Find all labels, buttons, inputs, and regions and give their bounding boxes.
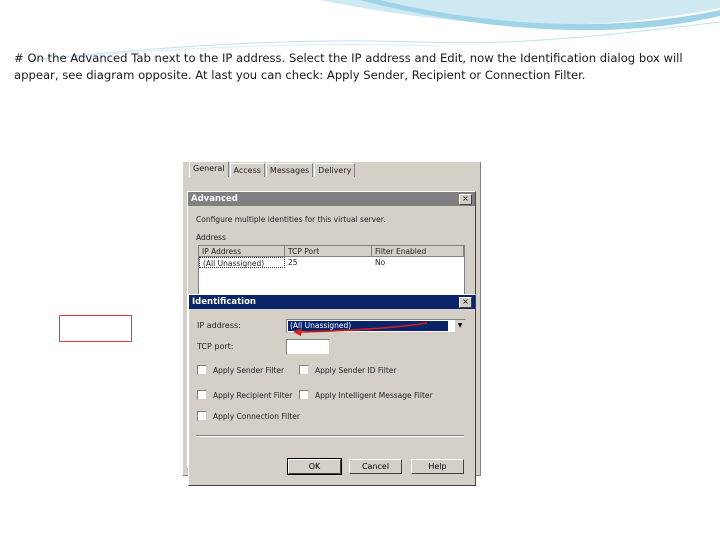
checkbox-box[interactable] [299, 365, 309, 375]
apply-sender-filter-checkbox[interactable]: Apply Sender Filter [197, 365, 284, 375]
identification-dialog: Identification × IP address: (All Unassi… [188, 294, 476, 486]
cancel-button[interactable]: Cancel [349, 459, 402, 474]
row-ip: (All Unassigned) [199, 257, 285, 268]
row-port: 25 [288, 258, 298, 267]
apply-intelligent-message-filter-checkbox[interactable]: Apply Intelligent Message Filter [299, 390, 433, 400]
tab-delivery[interactable]: Delivery [314, 163, 356, 177]
apply-recipient-filter-checkbox[interactable]: Apply Recipient Filter [197, 390, 292, 400]
properties-window: General Access Messages Delivery Advance… [183, 161, 481, 486]
help-button[interactable]: Help [411, 459, 464, 474]
address-list-header: IP Address TCP Port Filter Enabled [199, 246, 464, 257]
tab-messages[interactable]: Messages [265, 163, 314, 177]
advanced-close-button[interactable]: × [459, 194, 472, 205]
red-arrow-icon [293, 322, 428, 336]
column-ip-address[interactable]: IP Address [199, 246, 285, 257]
advanced-title: Advanced [191, 194, 238, 204]
properties-tabs: General Access Messages Delivery [189, 161, 356, 178]
checkbox-box[interactable] [197, 390, 207, 400]
highlight-box [59, 315, 132, 342]
address-group-label: Address [196, 233, 226, 242]
table-row[interactable]: (All Unassigned) 25 No [199, 257, 464, 268]
address-list[interactable]: IP Address TCP Port Filter Enabled (All … [198, 245, 465, 297]
checkbox-box[interactable] [299, 390, 309, 400]
advanced-titlebar: Advanced × [188, 192, 475, 206]
column-tcp-port[interactable]: TCP Port [285, 246, 372, 257]
checkbox-box[interactable] [197, 365, 207, 375]
checkbox-label: Apply Sender Filter [213, 365, 285, 375]
slide-caption: # On the Advanced Tab next to the IP add… [14, 51, 683, 82]
checkbox-label: Apply Intelligent Message Filter [315, 390, 433, 400]
column-filter-enabled[interactable]: Filter Enabled [372, 246, 464, 257]
checkbox-label: Apply Connection Filter [213, 411, 300, 421]
checkbox-box[interactable] [197, 411, 207, 421]
advanced-description: Configure multiple identities for this v… [196, 215, 386, 224]
checkbox-label: Apply Sender ID Filter [315, 365, 397, 375]
ok-button[interactable]: OK [287, 458, 342, 475]
tab-access[interactable]: Access [229, 163, 265, 177]
dialog-screenshot: General Access Messages Delivery Advance… [183, 161, 535, 486]
row-filter: No [375, 258, 386, 267]
apply-connection-filter-checkbox[interactable]: Apply Connection Filter [197, 411, 300, 421]
checkbox-label: Apply Recipient Filter [213, 390, 293, 400]
divider [196, 435, 464, 437]
tab-general[interactable]: General [189, 161, 229, 177]
apply-sender-id-filter-checkbox[interactable]: Apply Sender ID Filter [299, 365, 396, 375]
